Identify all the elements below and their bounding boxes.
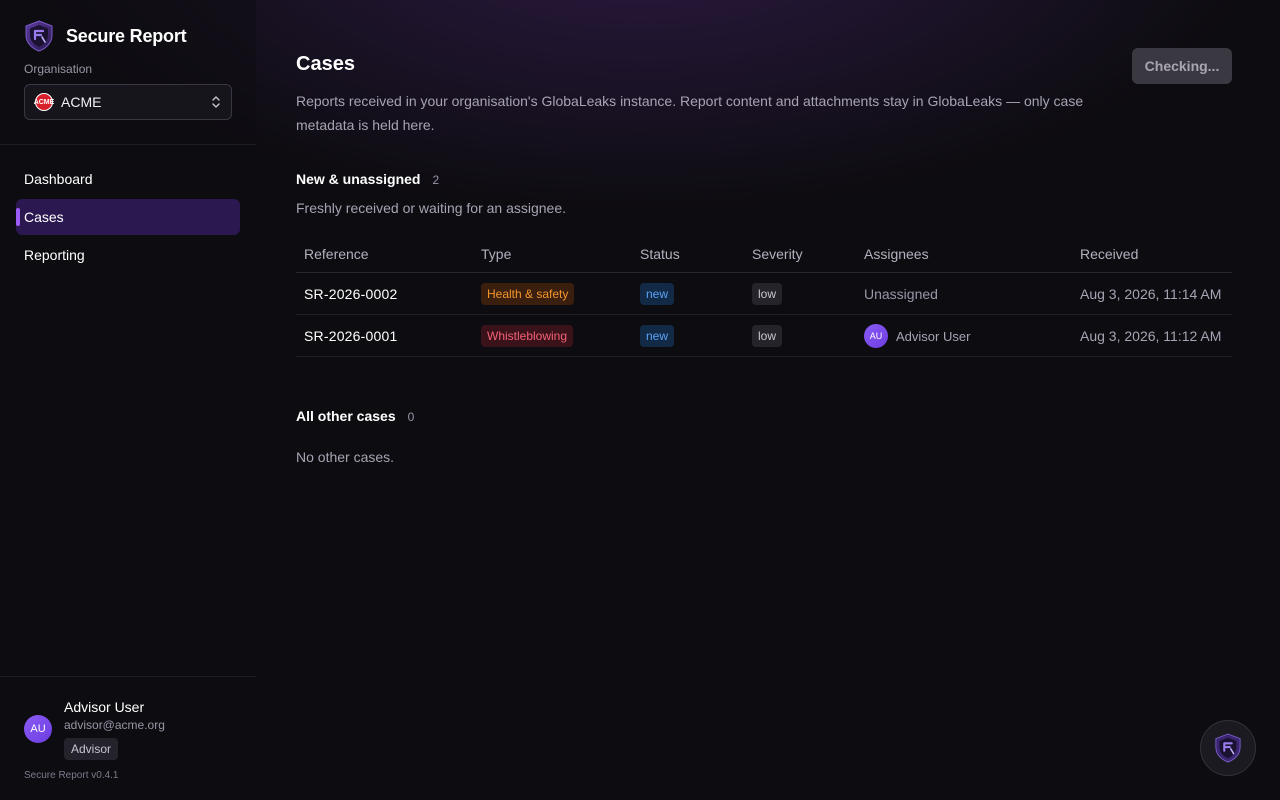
empty-state-text: No other cases. (296, 449, 395, 465)
status-cell: new (640, 315, 675, 357)
sidebar-item-reporting[interactable]: Reporting (16, 237, 240, 273)
shield-logo-icon (25, 20, 53, 52)
column-header-assignees[interactable]: Assignees (864, 246, 929, 262)
column-header-severity[interactable]: Severity (752, 246, 803, 262)
chevron-up-down-icon (212, 96, 220, 108)
table-header: Reference Type Status Severity Assignees… (296, 236, 1232, 273)
case-reference[interactable]: SR-2026-0001 (304, 315, 397, 357)
page-title: Cases (296, 53, 355, 75)
severity-cell: low (752, 273, 783, 315)
column-header-type[interactable]: Type (481, 246, 511, 262)
organisation-select[interactable]: ACME ACME (24, 84, 232, 120)
column-header-received[interactable]: Received (1080, 246, 1138, 262)
severity-badge: low (752, 283, 783, 305)
type-cell: Health & safety (481, 273, 575, 315)
sidebar-nav: Dashboard Cases Reporting (16, 161, 240, 275)
status-badge: new (640, 283, 675, 305)
column-header-status[interactable]: Status (640, 246, 680, 262)
app-name: Secure Report (66, 25, 187, 46)
connection-status-button[interactable]: Checking... (1132, 48, 1232, 84)
assignee-avatar: AU (864, 324, 888, 348)
cases-table: Reference Type Status Severity Assignees… (296, 236, 1232, 357)
status-badge: new (640, 325, 675, 347)
avatar[interactable]: AU (24, 715, 52, 743)
app-version: Secure Report v0.4.1 (24, 770, 119, 781)
organisation-selected-value: ACME (61, 94, 102, 110)
sidebar-item-dashboard[interactable]: Dashboard (16, 161, 240, 197)
organisation-label: Organisation (24, 62, 93, 76)
section-title: All other cases (296, 408, 396, 424)
help-fab-button[interactable] (1200, 720, 1256, 776)
section-description: Freshly received or waiting for an assig… (296, 200, 567, 216)
assignee-name: Advisor User (896, 328, 971, 344)
status-cell: new (640, 273, 675, 315)
sidebar-divider-bottom (0, 676, 256, 677)
type-badge: Whistleblowing (481, 325, 574, 347)
acme-logo-icon: ACME (34, 93, 54, 111)
table-row[interactable]: SR-2026-0001 Whistleblowing new low AU A… (296, 315, 1232, 357)
assignee-text: Unassigned (864, 286, 938, 302)
type-cell: Whistleblowing (481, 315, 574, 357)
section-title: New & unassigned (296, 171, 421, 187)
user-email: advisor@acme.org (64, 718, 165, 732)
main-content: Cases Checking... Reports received in yo… (296, 0, 1232, 800)
sidebar-item-cases[interactable]: Cases (16, 199, 240, 235)
user-role-badge: Advisor (64, 738, 119, 760)
page-description: Reports received in your organisation's … (296, 93, 1084, 133)
received-date: Aug 3, 2026, 11:12 AM (1080, 328, 1222, 344)
shield-logo-icon (1215, 733, 1241, 763)
severity-cell: low (752, 315, 783, 357)
section-count: 2 (432, 173, 440, 187)
sidebar: Secure Report Organisation ACME ACME Das… (0, 0, 256, 800)
brand[interactable]: Secure Report (24, 20, 187, 52)
case-reference[interactable]: SR-2026-0002 (304, 273, 397, 315)
column-header-reference[interactable]: Reference (304, 246, 369, 262)
user-name: Advisor User (64, 699, 145, 715)
section-count: 0 (407, 410, 415, 424)
received-date: Aug 3, 2026, 11:14 AM (1080, 286, 1222, 302)
severity-badge: low (752, 325, 783, 347)
type-badge: Health & safety (481, 283, 575, 305)
section-new-unassigned-header: New & unassigned 2 (296, 171, 439, 187)
table-row[interactable]: SR-2026-0002 Health & safety new low Una… (296, 273, 1232, 315)
assignee-cell: AU Advisor User (864, 315, 970, 357)
section-all-other-header: All other cases 0 (296, 408, 414, 424)
sidebar-divider (0, 144, 256, 145)
